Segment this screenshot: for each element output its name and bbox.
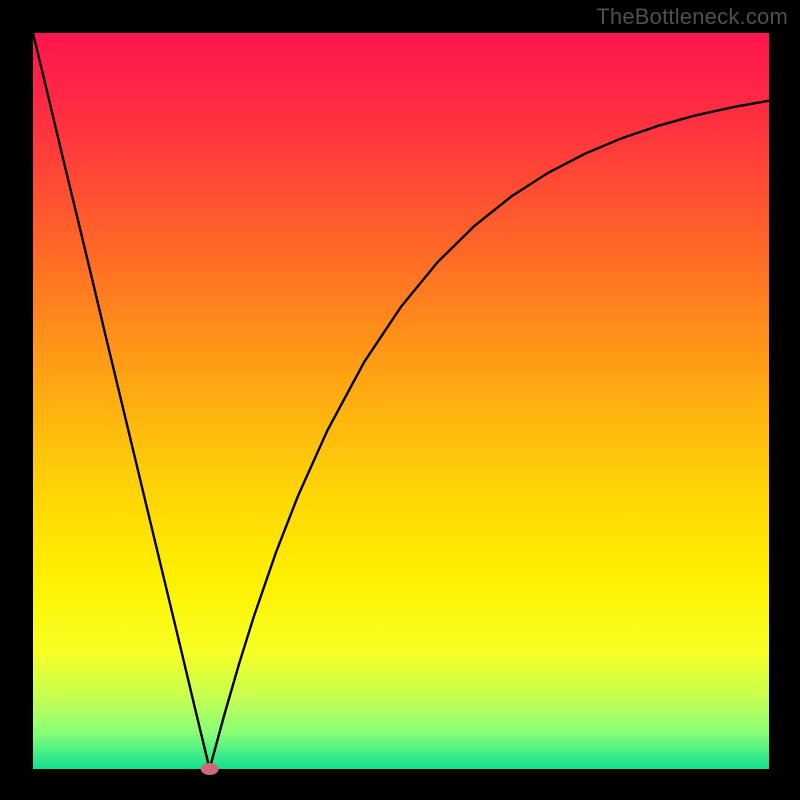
- plot-area: [33, 33, 769, 769]
- chart-frame: TheBottleneck.com: [0, 0, 800, 800]
- minimum-marker: [201, 763, 219, 775]
- watermark-label: TheBottleneck.com: [596, 4, 788, 30]
- bottleneck-chart: [0, 0, 800, 800]
